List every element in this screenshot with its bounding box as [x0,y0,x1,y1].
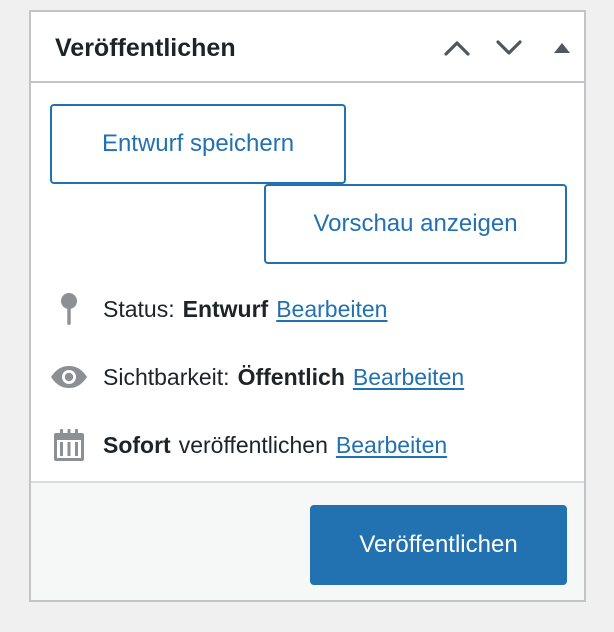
panel-header: Veröffentlichen [31,12,584,83]
panel-title: Veröffentlichen [55,34,236,62]
move-down-button[interactable] [491,31,527,65]
eye-icon [49,357,89,397]
publish-panel: Veröffentlichen Entwurf speichern Vorsch… [29,10,586,602]
visibility-value: Öffentlich [237,363,345,390]
preview-button[interactable]: Vorschau anzeigen [264,184,567,264]
schedule-suffix: veröffentlichen [178,431,328,458]
status-row: Status: Entwurf Bearbeiten [49,289,387,329]
status-prefix: Status: [103,295,175,322]
status-value: Entwurf [182,295,269,322]
triangle-up-icon [554,43,570,53]
visibility-row: Sichtbarkeit: Öffentlich Bearbeiten [49,357,464,397]
save-draft-button[interactable]: Entwurf speichern [50,104,346,184]
schedule-row: Sofort veröffentlichen Bearbeiten [49,425,447,465]
edit-schedule-link[interactable]: Bearbeiten [336,432,447,459]
publish-button[interactable]: Veröffentlichen [310,505,567,585]
schedule-value: Sofort [103,431,171,458]
visibility-prefix: Sichtbarkeit: [103,363,230,390]
edit-visibility-link[interactable]: Bearbeiten [353,364,464,391]
edit-status-link[interactable]: Bearbeiten [276,296,387,323]
pin-icon [49,289,89,329]
toggle-panel-button[interactable] [544,31,580,65]
panel-footer: Veröffentlichen [31,481,584,600]
chevron-up-icon [444,41,470,56]
move-up-button[interactable] [439,31,475,65]
chevron-down-icon [496,40,522,55]
calendar-icon [49,425,89,465]
